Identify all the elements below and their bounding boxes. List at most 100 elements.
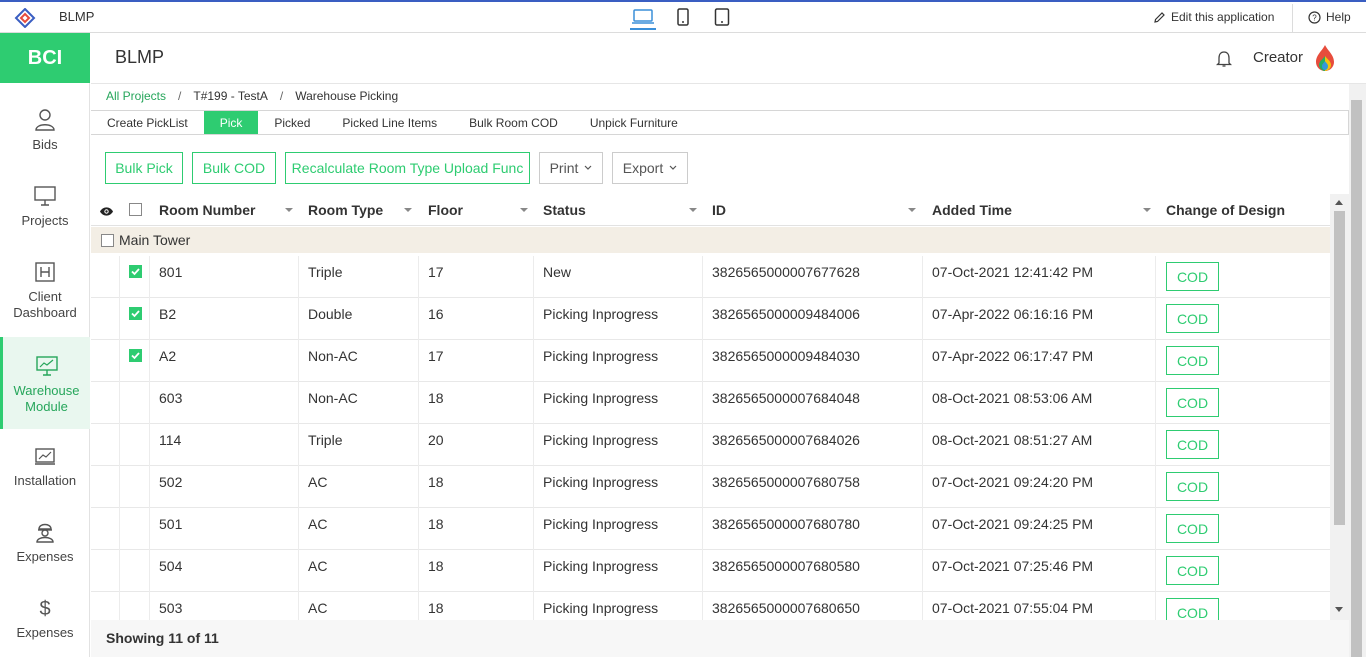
group-checkbox[interactable] xyxy=(101,234,114,247)
column-header-id[interactable]: ID xyxy=(712,202,726,218)
edit-application-label: Edit this application xyxy=(1171,10,1275,24)
table-header: Room Number Room Type Floor Status ID Ad… xyxy=(91,194,1330,226)
bell-icon[interactable] xyxy=(1215,50,1233,73)
column-divider xyxy=(922,382,923,424)
column-divider xyxy=(119,256,120,298)
monitor-icon xyxy=(34,186,56,206)
breadcrumb-all-projects[interactable]: All Projects xyxy=(106,89,166,103)
cell-room-number: 801 xyxy=(159,264,183,280)
table-row[interactable]: 603 Non-AC 18 Picking Inprogress 38265650000… xyxy=(91,382,1330,424)
column-divider xyxy=(418,592,419,620)
sidebar-item-bids[interactable]: Bids xyxy=(0,105,90,181)
cell-room-type: AC xyxy=(308,474,328,490)
column-divider xyxy=(922,256,923,298)
cod-button[interactable]: COD xyxy=(1166,598,1219,620)
cod-button[interactable]: COD xyxy=(1166,556,1219,585)
select-all-checkbox[interactable] xyxy=(129,203,142,216)
help-link[interactable]: ? Help xyxy=(1308,10,1351,24)
sidebar-item-label: Projects xyxy=(21,213,69,228)
cod-button[interactable]: COD xyxy=(1166,304,1219,333)
column-divider xyxy=(702,508,703,550)
table-row[interactable]: 504 AC 18 Picking Inprogress 382656500000768… xyxy=(91,550,1330,592)
cell-floor: 18 xyxy=(428,390,444,406)
user-avatar-icon[interactable] xyxy=(1314,44,1336,77)
sidebar-item-installation[interactable]: Installation xyxy=(0,441,90,517)
table-row[interactable]: B2 Double 16 Picking Inprogress 382656500000… xyxy=(91,298,1330,340)
user-icon xyxy=(35,109,55,131)
table-row[interactable]: 502 AC 18 Picking Inprogress 382656500000768… xyxy=(91,466,1330,508)
column-header-room-type[interactable]: Room Type xyxy=(308,202,383,218)
sidebar-item-client-dashboard[interactable]: Client Dashboard xyxy=(0,257,90,333)
cod-button[interactable]: COD xyxy=(1166,472,1219,501)
column-divider xyxy=(119,382,120,424)
row-checkbox[interactable] xyxy=(129,307,142,320)
print-dropdown[interactable]: Print xyxy=(539,152,603,184)
column-header-status[interactable]: Status xyxy=(543,202,586,218)
sort-icon[interactable] xyxy=(520,208,528,212)
scroll-down-icon[interactable] xyxy=(1335,607,1343,612)
sort-icon[interactable] xyxy=(285,208,293,212)
mobile-view-icon[interactable] xyxy=(670,8,696,30)
cell-added-time: 07-Apr-2022 06:17:47 PM xyxy=(932,348,1094,364)
bulk-cod-button[interactable]: Bulk COD xyxy=(192,152,276,184)
sidebar-item-expenses-2[interactable]: $ Expenses xyxy=(0,593,90,669)
brand-logo[interactable]: BCI xyxy=(0,33,90,83)
tablet-view-icon[interactable] xyxy=(709,8,735,30)
app-logo-icon[interactable] xyxy=(14,7,36,33)
desktop-view-icon[interactable] xyxy=(630,8,656,30)
tab-unpick-furniture[interactable]: Unpick Furniture xyxy=(574,111,694,134)
column-divider xyxy=(119,424,120,466)
table-row[interactable]: 503 AC 18 Picking Inprogress 382656500000768… xyxy=(91,592,1330,620)
tab-pick[interactable]: Pick xyxy=(203,111,259,134)
page-scrollbar-thumb[interactable] xyxy=(1351,100,1362,657)
tab-picked-line-items[interactable]: Picked Line Items xyxy=(326,111,453,134)
tab-create-picklist[interactable]: Create PickList xyxy=(91,111,204,134)
bulk-pick-button[interactable]: Bulk Pick xyxy=(105,152,183,184)
row-checkbox[interactable] xyxy=(129,265,142,278)
table-row[interactable]: 114 Triple 20 Picking Inprogress 38265650000… xyxy=(91,424,1330,466)
cell-floor: 20 xyxy=(428,432,444,448)
table-scrollbar-thumb[interactable] xyxy=(1334,211,1345,525)
sidebar-item-projects[interactable]: Projects xyxy=(0,181,90,257)
scroll-up-icon[interactable] xyxy=(1335,200,1343,205)
edit-application-link[interactable]: Edit this application xyxy=(1153,10,1274,24)
eye-icon[interactable] xyxy=(99,204,114,222)
cod-button[interactable]: COD xyxy=(1166,430,1219,459)
sort-icon[interactable] xyxy=(404,208,412,212)
column-divider xyxy=(922,592,923,620)
table-row[interactable]: A2 Non-AC 17 Picking Inprogress 382656500000… xyxy=(91,340,1330,382)
column-header-floor[interactable]: Floor xyxy=(428,202,463,218)
sort-icon[interactable] xyxy=(689,208,697,212)
cell-id: 3826565000007677628 xyxy=(712,264,860,280)
cod-button[interactable]: COD xyxy=(1166,346,1219,375)
column-divider xyxy=(533,424,534,466)
sidebar-item-warehouse-module[interactable]: Warehouse Module xyxy=(0,337,90,429)
column-header-added-time[interactable]: Added Time xyxy=(932,202,1012,218)
page-scrollbar[interactable] xyxy=(1349,84,1366,657)
recalculate-button[interactable]: Recalculate Room Type Upload Func xyxy=(285,152,530,184)
user-name[interactable]: Creator xyxy=(1253,49,1303,66)
tab-bulk-room-cod[interactable]: Bulk Room COD xyxy=(453,111,574,134)
cell-room-number: 603 xyxy=(159,390,183,406)
table-row[interactable]: 501 AC 18 Picking Inprogress 382656500000768… xyxy=(91,508,1330,550)
breadcrumb-project[interactable]: T#199 - TestA xyxy=(193,89,267,103)
column-header-change-of-design[interactable]: Change of Design xyxy=(1166,202,1285,218)
table-scrollbar[interactable] xyxy=(1330,194,1349,620)
cell-id: 3826565000009484006 xyxy=(712,306,860,322)
cell-floor: 17 xyxy=(428,348,444,364)
export-dropdown[interactable]: Export xyxy=(612,152,688,184)
sidebar-item-expenses[interactable]: Expenses xyxy=(0,517,90,593)
cod-button[interactable]: COD xyxy=(1166,262,1219,291)
sort-icon[interactable] xyxy=(1143,208,1151,212)
sort-icon[interactable] xyxy=(908,208,916,212)
help-label: Help xyxy=(1326,10,1351,24)
column-header-room-number[interactable]: Room Number xyxy=(159,202,255,218)
cod-button[interactable]: COD xyxy=(1166,388,1219,417)
table-row[interactable]: 801 Triple 17 New 3826565000007677628 07-Oct-… xyxy=(91,256,1330,298)
column-divider xyxy=(922,508,923,550)
row-checkbox[interactable] xyxy=(129,349,142,362)
cod-button[interactable]: COD xyxy=(1166,514,1219,543)
tab-picked[interactable]: Picked xyxy=(258,111,326,134)
cell-room-type: AC xyxy=(308,600,328,616)
table-footer: Showing 11 of 11 xyxy=(91,620,1349,657)
